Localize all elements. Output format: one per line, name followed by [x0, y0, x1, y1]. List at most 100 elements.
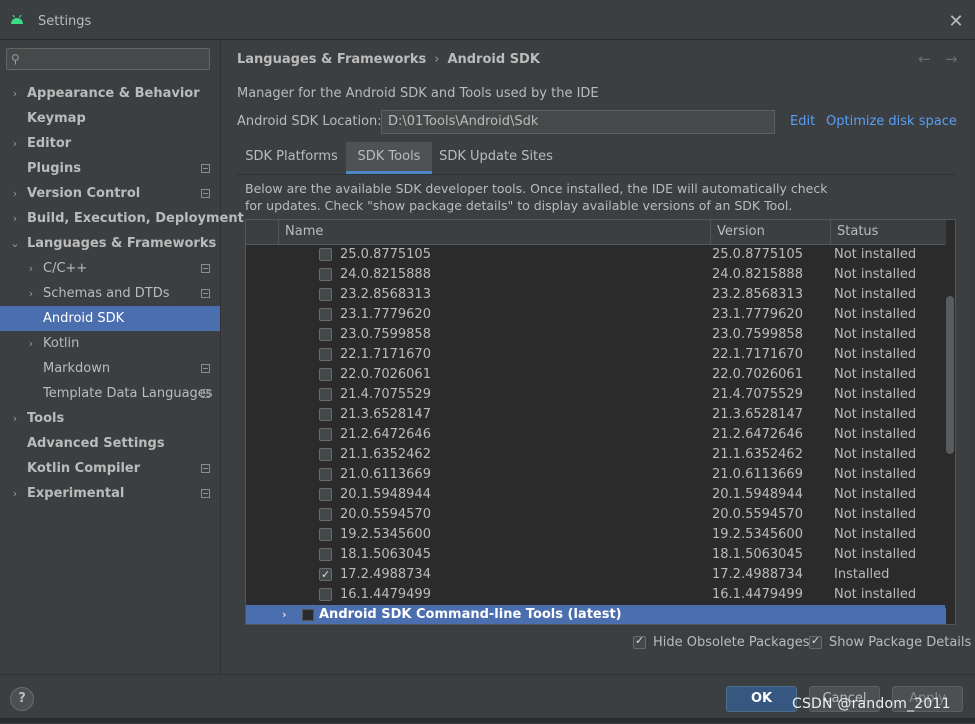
android-icon — [11, 14, 23, 24]
row-checkbox[interactable] — [319, 388, 332, 401]
optimize-disk-space-link[interactable]: Optimize disk space — [826, 114, 957, 129]
sidebar-item[interactable]: › Editor — [0, 131, 220, 156]
row-checkbox[interactable] — [319, 448, 332, 461]
sidebar-item[interactable]: Advanced Settings — [0, 431, 220, 456]
table-row[interactable]: 20.1.5948944 20.1.5948944 Not installed — [246, 485, 946, 505]
tab-sdk-platforms[interactable]: SDK Platforms — [237, 142, 346, 174]
table-row[interactable]: 23.1.7779620 23.1.7779620 Not installed — [246, 305, 946, 325]
sdk-location-field[interactable]: D:\01Tools\Android\Sdk — [381, 110, 775, 134]
table-row-group[interactable]: › Android SDK Command-line Tools (latest… — [246, 605, 946, 624]
forward-arrow-icon[interactable]: → — [945, 50, 958, 68]
row-status: Not installed — [834, 307, 917, 322]
hide-obsolete-label: Hide Obsolete Packages — [653, 635, 810, 650]
row-version: 23.2.8568313 — [712, 287, 803, 302]
row-checkbox[interactable] — [319, 488, 332, 501]
sidebar-item[interactable]: Template Data Languages — [0, 381, 220, 406]
checkbox-checked-icon[interactable] — [809, 633, 822, 649]
sidebar-item[interactable]: › Kotlin — [0, 331, 220, 356]
row-name: 19.2.5345600 — [340, 527, 431, 542]
row-checkbox[interactable] — [319, 328, 332, 341]
column-header-name[interactable]: Name — [278, 220, 710, 244]
search-input[interactable]: ⚲ — [6, 48, 210, 70]
row-version: 21.4.7075529 — [712, 387, 803, 402]
tab-sdk-update-sites[interactable]: SDK Update Sites — [432, 142, 560, 174]
column-header-status[interactable]: Status — [830, 220, 946, 244]
sidebar-item[interactable]: › Tools — [0, 406, 220, 431]
group-checkbox[interactable] — [302, 609, 314, 621]
row-status: Installed — [834, 567, 890, 582]
scrollbar-thumb[interactable] — [946, 296, 954, 454]
table-row[interactable]: 21.2.6472646 21.2.6472646 Not installed — [246, 425, 946, 445]
sidebar-item-label: Keymap — [27, 111, 86, 126]
row-checkbox[interactable] — [319, 308, 332, 321]
sidebar-item[interactable]: › Schemas and DTDs — [0, 281, 220, 306]
row-checkbox[interactable] — [319, 528, 332, 541]
sidebar-item[interactable]: Kotlin Compiler — [0, 456, 220, 481]
sidebar-item[interactable]: › Build, Execution, Deployment — [0, 206, 244, 231]
chevron-right-icon[interactable]: › — [10, 181, 20, 206]
sidebar-item[interactable]: ⌄ Languages & Frameworks — [0, 231, 220, 256]
edit-link[interactable]: Edit — [790, 114, 815, 129]
help-button[interactable]: ? — [10, 687, 34, 711]
table-row[interactable]: 22.1.7171670 22.1.7171670 Not installed — [246, 345, 946, 365]
sidebar-item-label: Kotlin Compiler — [27, 461, 141, 476]
table-row[interactable]: 19.2.5345600 19.2.5345600 Not installed — [246, 525, 946, 545]
sidebar-item[interactable]: Keymap — [0, 106, 220, 131]
table-row[interactable]: 21.1.6352462 21.1.6352462 Not installed — [246, 445, 946, 465]
table-row[interactable]: 22.0.7026061 22.0.7026061 Not installed — [246, 365, 946, 385]
sidebar-item[interactable]: › Version Control — [0, 181, 220, 206]
table-row[interactable]: 21.4.7075529 21.4.7075529 Not installed — [246, 385, 946, 405]
chevron-right-icon[interactable]: › — [282, 605, 287, 624]
table-row[interactable]: 23.0.7599858 23.0.7599858 Not installed — [246, 325, 946, 345]
checkbox-checked-icon[interactable] — [633, 633, 646, 649]
row-version: 17.2.4988734 — [712, 567, 803, 582]
table-row[interactable]: 21.0.6113669 21.0.6113669 Not installed — [246, 465, 946, 485]
row-checkbox[interactable] — [319, 565, 332, 585]
sidebar-item[interactable]: Plugins — [0, 156, 220, 181]
chevron-down-icon[interactable]: ⌄ — [10, 231, 20, 256]
row-checkbox[interactable] — [319, 548, 332, 561]
show-package-details-label: Show Package Details — [829, 635, 972, 650]
table-row[interactable]: 20.0.5594570 20.0.5594570 Not installed — [246, 505, 946, 525]
row-checkbox[interactable] — [319, 588, 332, 601]
back-arrow-icon[interactable]: ← — [918, 50, 931, 68]
chevron-right-icon[interactable]: › — [10, 406, 20, 431]
ok-button[interactable]: OK — [726, 686, 797, 712]
table-row[interactable]: 25.0.8775105 25.0.8775105 Not installed — [246, 245, 946, 265]
chevron-right-icon[interactable]: › — [10, 481, 20, 506]
breadcrumb-parent[interactable]: Languages & Frameworks — [237, 52, 426, 67]
sidebar-item[interactable]: Markdown — [0, 356, 220, 381]
chevron-right-icon[interactable]: › — [10, 81, 20, 106]
chevron-right-icon[interactable]: › — [26, 256, 36, 281]
chevron-right-icon[interactable]: › — [10, 131, 20, 156]
close-icon[interactable]: ✕ — [946, 10, 966, 34]
row-checkbox[interactable] — [319, 348, 332, 361]
sidebar-item[interactable]: › Experimental — [0, 481, 220, 506]
table-row[interactable]: 23.2.8568313 23.2.8568313 Not installed — [246, 285, 946, 305]
row-checkbox[interactable] — [319, 468, 332, 481]
tab-sdk-tools[interactable]: SDK Tools — [346, 142, 432, 174]
table-row[interactable]: 17.2.4988734 17.2.4988734 Installed — [246, 565, 946, 585]
sidebar-item[interactable]: › Appearance & Behavior — [0, 81, 220, 106]
sidebar-item[interactable]: › C/C++ — [0, 256, 220, 281]
row-checkbox[interactable] — [319, 408, 332, 421]
chevron-right-icon[interactable]: › — [26, 281, 36, 306]
sidebar-item-label: Template Data Languages — [43, 386, 213, 401]
column-header-version[interactable]: Version — [710, 220, 830, 244]
sdk-tools-table: Name Version Status 25.0.8775105 25.0.877… — [245, 219, 956, 625]
chevron-right-icon[interactable]: › — [10, 206, 20, 231]
row-checkbox[interactable] — [319, 428, 332, 441]
table-row[interactable]: 16.1.4479499 16.1.4479499 Not installed — [246, 585, 946, 605]
row-checkbox[interactable] — [319, 288, 332, 301]
chevron-right-icon[interactable]: › — [26, 331, 36, 356]
table-row[interactable]: 21.3.6528147 21.3.6528147 Not installed — [246, 405, 946, 425]
row-checkbox[interactable] — [319, 268, 332, 281]
row-checkbox[interactable] — [319, 248, 332, 261]
row-checkbox[interactable] — [319, 508, 332, 521]
table-row[interactable]: 24.0.8215888 24.0.8215888 Not installed — [246, 265, 946, 285]
project-level-icon — [201, 189, 210, 198]
sidebar-item[interactable]: Android SDK — [0, 306, 220, 331]
row-status: Not installed — [834, 327, 917, 342]
table-row[interactable]: 18.1.5063045 18.1.5063045 Not installed — [246, 545, 946, 565]
row-checkbox[interactable] — [319, 368, 332, 381]
